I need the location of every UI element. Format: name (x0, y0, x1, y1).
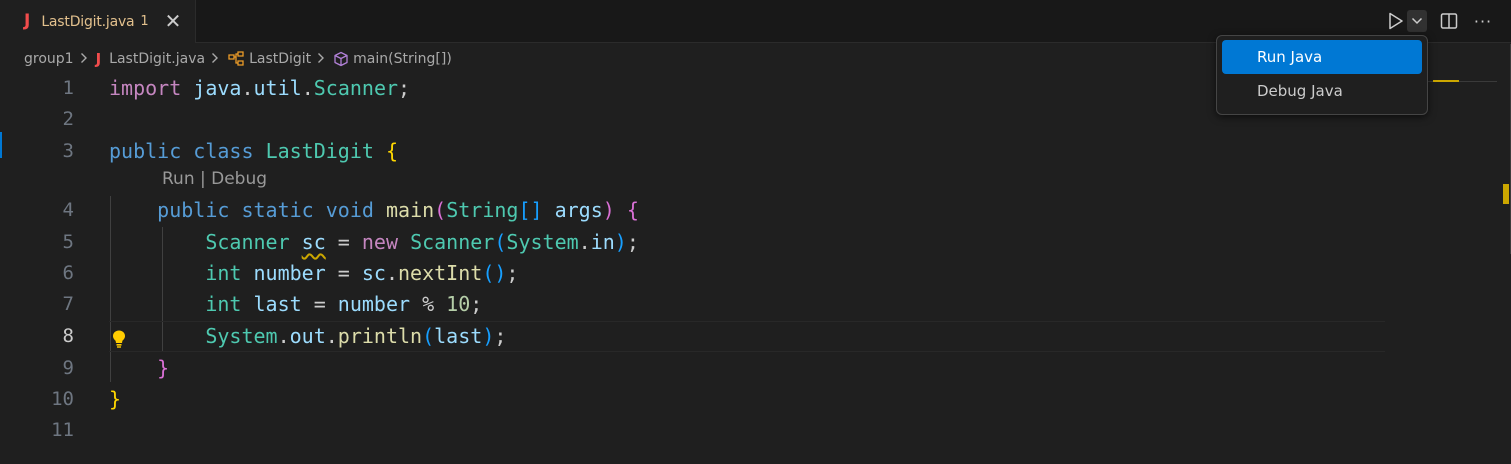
tab-title: LastDigit.java (41, 13, 135, 30)
chevron-right-icon (317, 52, 325, 67)
code-line: 2 (0, 104, 1390, 135)
java-file-icon: J (95, 50, 102, 68)
line-number: 8 (62, 325, 74, 347)
chevron-right-icon (211, 52, 219, 67)
code-line: 9 } (0, 353, 1390, 384)
breadcrumb-method[interactable]: main(String[]) (353, 51, 452, 67)
line-number: 11 (51, 419, 74, 441)
breadcrumb-folder[interactable]: group1 (24, 51, 74, 67)
code-line: 7 int last = number % 10; (0, 289, 1390, 320)
class-symbol-icon (227, 51, 245, 67)
codelens-run-debug[interactable]: Run | Debug (162, 169, 267, 189)
editor-window: J LastDigit.java 1 ✕ ··· group1 J LastDi… (0, 0, 1511, 464)
split-editor-icon[interactable] (1439, 9, 1459, 33)
run-icon[interactable] (1386, 9, 1406, 33)
breadcrumb-file[interactable]: LastDigit.java (109, 51, 205, 67)
line-content: public static void main(String[] args) { (157, 198, 639, 222)
tab-lastdigit-java[interactable]: J LastDigit.java 1 ✕ (0, 0, 196, 43)
line-number: 3 (62, 140, 74, 162)
chevron-right-icon (80, 52, 88, 67)
breadcrumb: group1 J LastDigit.java LastDigit main(S… (24, 48, 452, 70)
code-line: 10 } (0, 384, 1390, 415)
method-symbol-icon (333, 51, 349, 67)
run-dropdown-menu: Run Java Debug Java (1216, 35, 1428, 115)
warning-squiggle: sc (301, 230, 326, 254)
menu-item-run-java[interactable]: Run Java (1222, 40, 1422, 74)
line-number: 4 (62, 199, 74, 221)
line-number: 10 (51, 388, 74, 410)
code-line: 4 public static void main(String[] args)… (0, 195, 1390, 226)
line-number: 9 (62, 357, 74, 379)
code-line: 6 int number = sc.nextInt(); (0, 258, 1390, 289)
line-number: 1 (62, 77, 74, 99)
line-content: import java.util.Scanner; (109, 76, 411, 100)
code-line: 3 public class LastDigit { (0, 136, 1390, 167)
chevron-down-icon[interactable] (1407, 10, 1427, 32)
line-content: int number = sc.nextInt(); (205, 261, 519, 285)
breadcrumb-class[interactable]: LastDigit (249, 51, 311, 67)
code-line-current: 8 System.out.println(last); (0, 321, 1390, 352)
close-icon[interactable]: ✕ (163, 10, 183, 32)
line-content: int last = number % 10; (205, 292, 483, 316)
code-editor[interactable]: Run | Debug 1 import java.util.Scanner; … (0, 72, 1511, 464)
line-content: } (157, 356, 170, 380)
line-content: System.out.println(last); (205, 324, 507, 348)
code-line: 11 (0, 415, 1390, 446)
scrollbar-warning-marker (1503, 184, 1509, 204)
problems-count-badge: 1 (140, 14, 149, 29)
line-number: 6 (62, 262, 74, 284)
more-actions-icon[interactable]: ··· (1471, 9, 1495, 33)
line-number: 7 (62, 293, 74, 315)
minimap-warning-marker (1433, 80, 1459, 82)
line-content: public class LastDigit { (109, 139, 399, 163)
line-number: 5 (62, 231, 74, 253)
code-line: 1 import java.util.Scanner; (0, 73, 1390, 104)
code-line: 5 Scanner sc = new Scanner(System.in); (0, 227, 1390, 258)
line-number: 2 (62, 108, 74, 130)
line-content: Scanner sc = new Scanner(System.in); (205, 230, 639, 254)
line-content: } (109, 387, 122, 411)
java-file-icon: J (24, 11, 31, 31)
menu-item-debug-java[interactable]: Debug Java (1222, 74, 1422, 108)
